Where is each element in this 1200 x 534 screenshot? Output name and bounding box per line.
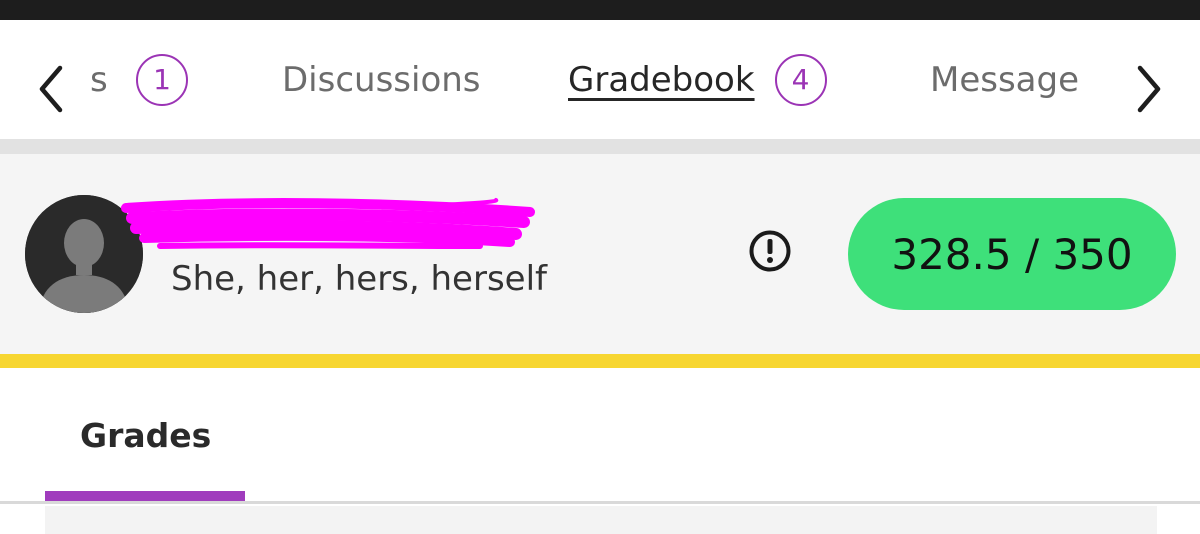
name-redaction-scribble: [120, 196, 540, 252]
status-bar: [0, 0, 1200, 20]
subtabs-baseline: [0, 501, 1200, 504]
overall-grade-value: 328.5 / 350: [891, 229, 1133, 279]
chevron-right-icon[interactable]: [1132, 64, 1166, 114]
tab-messages[interactable]: Message: [930, 20, 1100, 139]
tab-grades[interactable]: Grades: [45, 368, 245, 503]
tab-gradebook[interactable]: Gradebook 4: [568, 20, 827, 139]
course-tab-strip: s 1 Discussions Gradebook 4 Message: [0, 20, 1200, 139]
tab-gradebook-count-badge: 4: [774, 53, 827, 106]
tab-truncated[interactable]: s 1: [90, 20, 220, 139]
grades-content-panel: [45, 506, 1157, 534]
tab-gradebook-label: Gradebook: [568, 59, 755, 100]
section-divider: [0, 139, 1200, 154]
tab-grades-label: Grades: [80, 416, 212, 455]
student-summary-card: She, her, hers, herself 328.5 / 350: [0, 154, 1200, 354]
overall-grade-badge[interactable]: 328.5 / 350: [848, 198, 1176, 310]
tab-truncated-count-badge: 1: [136, 53, 188, 106]
highlight-bar: [0, 354, 1200, 368]
exclamation-circle-icon[interactable]: [748, 229, 792, 273]
tab-discussions-label: Discussions: [282, 59, 481, 100]
student-pronouns: She, her, hers, herself: [171, 259, 547, 299]
tab-messages-label: Message: [930, 59, 1080, 100]
chevron-left-icon[interactable]: [34, 64, 68, 114]
tab-discussions[interactable]: Discussions: [282, 20, 481, 139]
gradebook-subtabs: Grades: [0, 368, 1200, 534]
tab-truncated-label: s: [90, 59, 108, 100]
